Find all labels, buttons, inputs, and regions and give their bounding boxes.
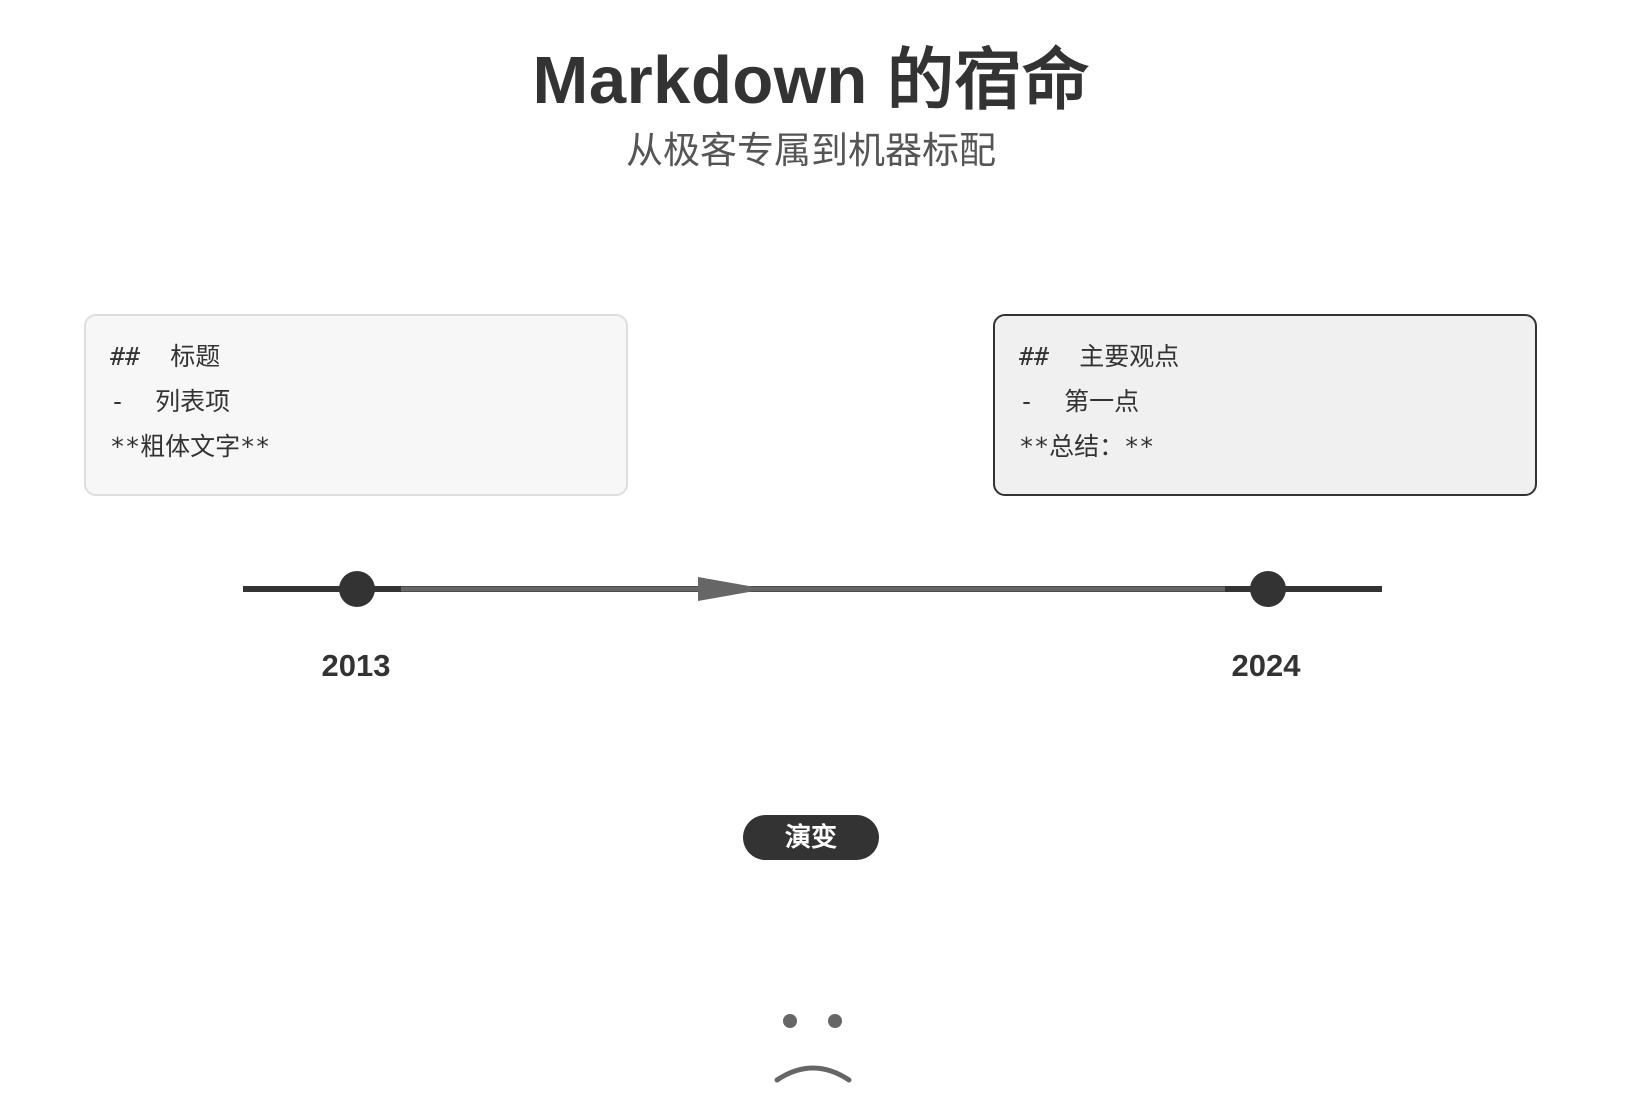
year-label-2024: 2024	[1231, 648, 1301, 683]
evolution-badge: 演变	[743, 815, 879, 860]
timeline-dot-2013	[339, 571, 375, 607]
year-label-2013: 2013	[321, 648, 391, 683]
sad-face-icon	[774, 1014, 852, 1083]
timeline-dot-2024	[1250, 571, 1286, 607]
evolution-arrow-head	[698, 577, 766, 601]
timeline-diagram	[243, 571, 1382, 1083]
